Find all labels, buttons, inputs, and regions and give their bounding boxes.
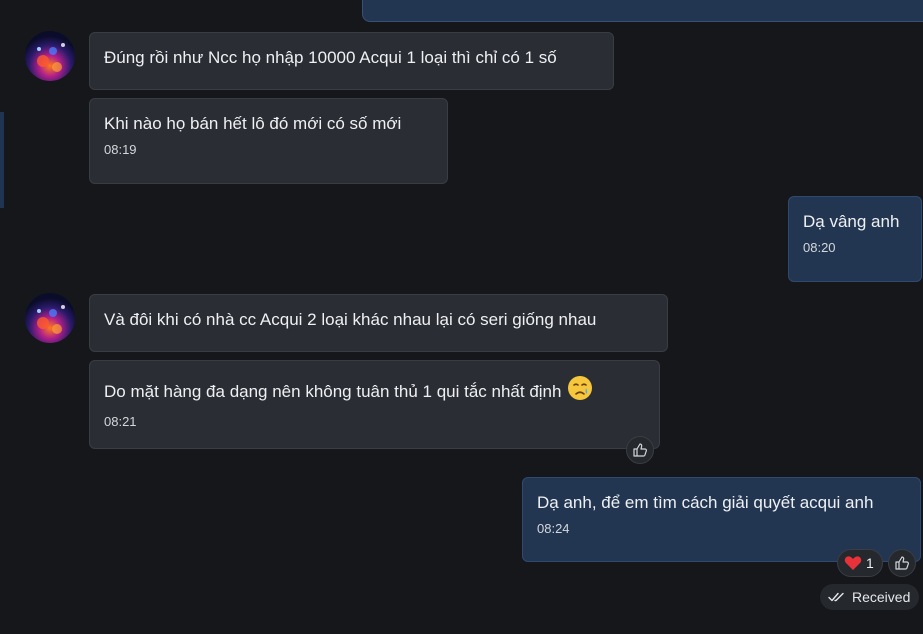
heart-icon — [844, 556, 862, 570]
thumbs-up-icon — [633, 443, 647, 457]
message-bubble[interactable]: Khi nào họ bán hết lô đó mới có số mới 0… — [89, 98, 448, 184]
crying-face-icon — [567, 375, 593, 407]
message-text: Khi nào họ bán hết lô đó mới có số mới — [104, 114, 402, 133]
message-timestamp: 08:19 — [104, 142, 137, 157]
like-button[interactable] — [626, 436, 654, 464]
avatar-image — [25, 31, 75, 81]
avatar-image — [25, 293, 75, 343]
heart-reaction[interactable]: 1 — [837, 549, 883, 577]
like-button[interactable] — [888, 549, 916, 577]
message-bubble[interactable]: Và đôi khi có nhà cc Acqui 2 loại khác n… — [89, 294, 668, 352]
message-bubble[interactable]: Do mặt hàng đa dạng nên không tuân thủ 1… — [89, 360, 660, 449]
message-text: Đúng rồi như Ncc họ nhập 10000 Acqui 1 l… — [104, 48, 557, 67]
previous-message-bubble[interactable] — [362, 0, 923, 22]
message-text: Do mặt hàng đa dạng nên không tuân thủ 1… — [104, 382, 562, 401]
sender-avatar[interactable] — [25, 293, 75, 343]
message-text: Dạ vâng anh — [803, 212, 900, 231]
chat-conversation: Đúng rồi như Ncc họ nhập 10000 Acqui 1 l… — [0, 0, 923, 634]
reaction-count: 1 — [866, 555, 874, 571]
message-bubble[interactable]: Dạ vâng anh 08:20 — [788, 196, 922, 282]
delivery-status: Received — [820, 584, 920, 610]
message-text: Và đôi khi có nhà cc Acqui 2 loại khác n… — [104, 310, 597, 329]
message-timestamp: 08:21 — [104, 414, 137, 429]
thumbs-up-icon — [895, 556, 909, 570]
double-check-icon — [828, 592, 844, 602]
sender-avatar[interactable] — [25, 31, 75, 81]
message-bubble[interactable]: Đúng rồi như Ncc họ nhập 10000 Acqui 1 l… — [89, 32, 614, 90]
status-label: Received — [852, 589, 911, 605]
message-timestamp: 08:20 — [803, 240, 836, 255]
message-timestamp: 08:24 — [537, 521, 570, 536]
message-text: Dạ anh, để em tìm cách giải quyết acqui … — [537, 493, 874, 512]
scroll-indicator — [0, 112, 4, 208]
